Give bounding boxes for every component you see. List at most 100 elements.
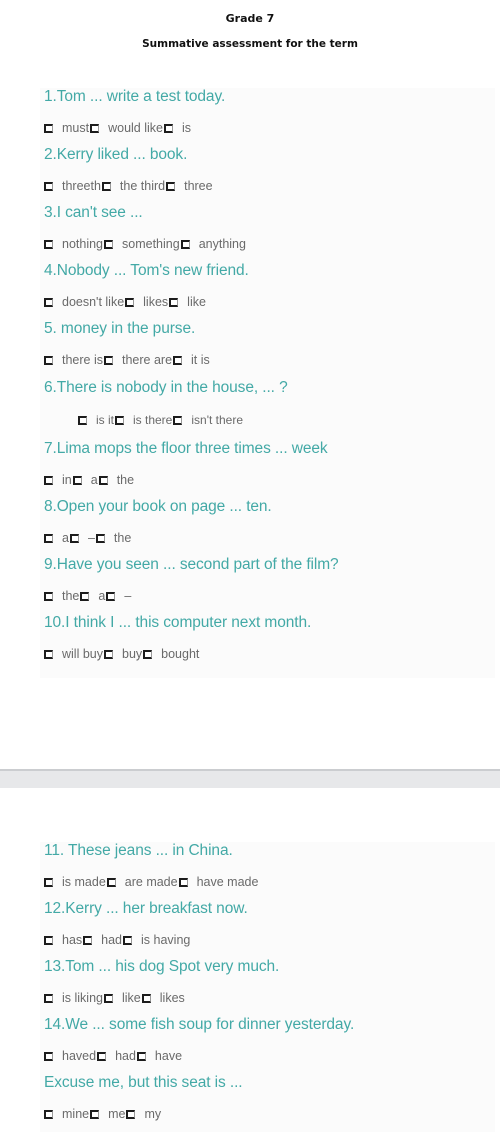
question-14: 14.We ... some fish soup for dinner yest… [44, 1016, 355, 1033]
checkbox-icon[interactable] [180, 239, 190, 249]
checkbox-icon[interactable] [178, 877, 188, 887]
option-q6-a[interactable]: is it [78, 413, 115, 427]
option-q4-c[interactable]: like [169, 295, 207, 309]
checkbox-icon[interactable] [163, 123, 173, 133]
option-q11-b[interactable]: are made [106, 875, 179, 889]
option-q9-c[interactable]: – [106, 589, 132, 603]
options-q13: is liking like likes [44, 991, 186, 1005]
checkbox-icon[interactable] [44, 591, 53, 601]
checkbox-icon[interactable] [104, 355, 113, 365]
option-q2-b[interactable]: the third [101, 179, 166, 193]
questions-block-page-2: 11. These jeans ... in China. is made ar… [40, 842, 495, 1132]
option-q11-a[interactable]: is made [44, 875, 107, 889]
option-q15-b[interactable]: me [90, 1107, 126, 1121]
option-q3-a[interactable]: nothing [44, 237, 104, 251]
option-q7-a[interactable]: in [44, 473, 73, 487]
checkbox-icon[interactable] [173, 355, 183, 365]
option-q14-a[interactable]: haved [44, 1049, 97, 1063]
checkbox-icon[interactable] [143, 649, 153, 659]
checkbox-icon[interactable] [90, 1109, 100, 1119]
option-q12-b[interactable]: had [83, 933, 123, 947]
option-q5-c[interactable]: it is [173, 353, 211, 367]
checkbox-icon[interactable] [44, 1109, 53, 1119]
option-q4-b[interactable]: likes [125, 295, 169, 309]
checkbox-icon[interactable] [44, 649, 53, 659]
checkbox-icon[interactable] [136, 1051, 146, 1061]
checkbox-icon[interactable] [106, 591, 116, 601]
checkbox-icon[interactable] [44, 355, 53, 365]
checkbox-icon[interactable] [90, 123, 100, 133]
checkbox-icon[interactable] [115, 415, 124, 425]
option-q13-b[interactable]: like [104, 991, 142, 1005]
option-q10-b[interactable]: buy [104, 647, 143, 661]
option-q1-a[interactable]: must [44, 121, 90, 135]
question-1: 1.Tom ... write a test today. [44, 88, 226, 105]
checkbox-icon[interactable] [126, 1109, 136, 1119]
option-q14-b[interactable]: had [97, 1049, 137, 1063]
checkbox-icon[interactable] [69, 533, 79, 543]
option-q3-b[interactable]: something [104, 237, 181, 251]
checkbox-icon[interactable] [169, 297, 179, 307]
checkbox-icon[interactable] [125, 297, 135, 307]
option-q9-a[interactable]: the [44, 589, 80, 603]
option-q6-b[interactable]: is there [115, 413, 173, 427]
option-q6-c[interactable]: isn't there [173, 413, 244, 427]
option-q12-c[interactable]: is having [123, 933, 191, 947]
option-q1-b[interactable]: would like [90, 121, 164, 135]
option-q4-a[interactable]: doesn't like [44, 295, 125, 309]
checkbox-icon[interactable] [95, 533, 105, 543]
option-q9-b[interactable]: a [80, 589, 106, 603]
option-q11-c[interactable]: have made [178, 875, 260, 889]
document-page-1: Grade 7 Summative assessment for the ter… [0, 0, 500, 769]
checkbox-icon[interactable] [166, 181, 176, 191]
option-q13-c[interactable]: likes [141, 991, 186, 1005]
option-q1-c[interactable]: is [163, 121, 192, 135]
checkbox-icon[interactable] [173, 415, 183, 425]
question-5: 5. money in the purse. [44, 320, 196, 337]
options-q14: haved had have [44, 1049, 183, 1063]
checkbox-icon[interactable] [123, 935, 133, 945]
option-q14-c[interactable]: have [136, 1049, 183, 1063]
checkbox-icon[interactable] [44, 877, 53, 887]
checkbox-icon[interactable] [44, 533, 53, 543]
checkbox-icon[interactable] [44, 239, 53, 249]
option-q8-c[interactable]: the [95, 531, 132, 545]
option-q8-b[interactable]: – [69, 531, 96, 545]
option-q5-a[interactable]: there is [44, 353, 104, 367]
checkbox-icon[interactable] [97, 1051, 107, 1061]
checkbox-icon[interactable] [101, 181, 111, 191]
option-q15-c[interactable]: my [126, 1107, 162, 1121]
checkbox-icon[interactable] [80, 591, 90, 601]
options-q10: will buy buy bought [44, 647, 200, 661]
option-q10-a[interactable]: will buy [44, 647, 104, 661]
option-q2-c[interactable]: three [166, 179, 214, 193]
option-q10-c[interactable]: bought [143, 647, 200, 661]
checkbox-icon[interactable] [141, 993, 151, 1003]
option-q12-a[interactable]: has [44, 933, 83, 947]
option-q15-a[interactable]: mine [44, 1107, 90, 1121]
option-q5-b[interactable]: there are [104, 353, 173, 367]
checkbox-icon[interactable] [104, 649, 113, 659]
checkbox-icon[interactable] [72, 475, 82, 485]
checkbox-icon[interactable] [98, 475, 108, 485]
option-q7-c[interactable]: the [98, 473, 135, 487]
checkbox-icon[interactable] [44, 935, 53, 945]
question-9: 9.Have you seen ... second part of the f… [44, 556, 339, 573]
option-q13-a[interactable]: is liking [44, 991, 104, 1005]
option-q8-a[interactable]: a [44, 531, 70, 545]
option-q7-b[interactable]: a [72, 473, 99, 487]
question-10: 10.I think I ... this computer next mont… [44, 614, 312, 631]
option-q3-c[interactable]: anything [180, 237, 247, 251]
checkbox-icon[interactable] [83, 935, 93, 945]
checkbox-icon[interactable] [104, 993, 113, 1003]
checkbox-icon[interactable] [104, 239, 114, 249]
checkbox-icon[interactable] [106, 877, 116, 887]
checkbox-icon[interactable] [44, 993, 53, 1003]
option-q2-a[interactable]: threeth [44, 179, 102, 193]
checkbox-icon[interactable] [44, 181, 53, 191]
checkbox-icon[interactable] [44, 1051, 53, 1061]
checkbox-icon[interactable] [44, 475, 53, 485]
checkbox-icon[interactable] [78, 415, 87, 425]
checkbox-icon[interactable] [44, 297, 53, 307]
checkbox-icon[interactable] [44, 123, 53, 133]
